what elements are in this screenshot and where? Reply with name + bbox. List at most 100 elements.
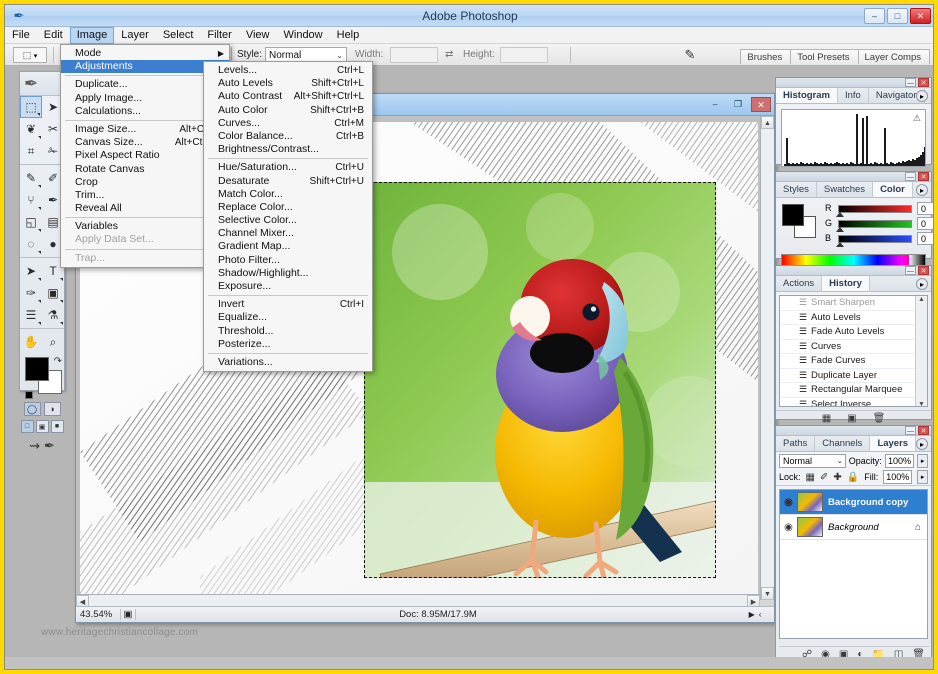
palette-close-icon[interactable]: ✕ [918,266,929,275]
menu-edit[interactable]: Edit [37,27,70,44]
status-menu-arrows[interactable]: ▶‹ [740,610,774,619]
channel-value-r[interactable]: 0 [917,202,934,215]
adjustments-menu-item-exposure[interactable]: Exposure... [204,280,372,293]
adjustments-menu-item-channel-mixer[interactable]: Channel Mixer... [204,227,372,240]
palette-close-icon[interactable]: ✕ [918,172,929,181]
create-document-from-state-icon[interactable]: ▦ [822,413,831,424]
color-foreground-swatch[interactable] [782,204,804,226]
layers-palette-header[interactable]: — ✕ [776,426,931,436]
full-screen-mode-button[interactable]: ■ [51,420,64,433]
full-screen-menubar-mode-button[interactable]: ▣ [36,420,49,433]
adjustments-menu-item-auto-contrast[interactable]: Auto ContrastAlt+Shift+Ctrl+L [204,90,372,103]
palette-well-tab-layer-comps[interactable]: Layer Comps [858,49,931,64]
channel-thumb-b[interactable] [836,242,844,247]
palette-minimize-icon[interactable]: — [905,78,916,87]
history-state-item[interactable]: ☰Select Inverse [780,398,927,408]
palette-minimize-icon[interactable]: — [905,426,916,435]
layers-tab-layers[interactable]: Layers [870,436,916,451]
histogram-palette-header[interactable]: — ✕ [776,78,931,88]
tool-rectangle-shape[interactable]: ▣ [42,282,64,304]
menu-view[interactable]: View [239,27,277,44]
palette-minimize-icon[interactable]: — [905,172,916,181]
history-state-item[interactable]: ☰Auto Levels [780,311,927,326]
adjustments-menu-item-selective-color[interactable]: Selective Color... [204,214,372,227]
document-maximize-button[interactable]: ❐ [728,97,748,112]
adjustments-menu-item-invert[interactable]: InvertCtrl+I [204,298,372,311]
adjustments-submenu-dropdown[interactable]: Levels...Ctrl+LAuto LevelsShift+Ctrl+LAu… [203,61,373,372]
canvas-vertical-scrollbar[interactable]: ▲ ▼ [760,116,774,600]
palette-well-tab-tool-presets[interactable]: Tool Presets [790,49,858,64]
adjustments-menu-item-hue-saturation[interactable]: Hue/Saturation...Ctrl+U [204,161,372,174]
history-state-item[interactable]: ☰Rectangular Marquee [780,383,927,398]
tool-hand[interactable]: ✋ [20,331,42,353]
channel-track-g[interactable] [838,220,912,228]
history-state-item[interactable]: ☰Duplicate Layer [780,369,927,384]
layer-row[interactable]: ◉Background⌂ [780,515,927,540]
history-palette-header[interactable]: — ✕ [776,266,931,276]
maximize-button[interactable]: □ [887,8,908,24]
color-slider-r[interactable]: R0 [825,202,926,217]
tool-lasso[interactable]: ❦ [20,118,42,140]
navigator-tab-info[interactable]: Info [838,88,869,103]
adjustments-menu-item-match-color[interactable]: Match Color... [204,188,372,201]
opacity-stepper[interactable]: ▸ [917,454,928,468]
menu-filter[interactable]: Filter [200,27,238,44]
layers-tab-paths[interactable]: Paths [776,436,815,451]
navigator-tab-histogram[interactable]: Histogram [776,88,838,103]
preview-icon[interactable]: ▣ [120,609,136,620]
color-tab-swatches[interactable]: Swatches [817,182,873,197]
layers-tab-channels[interactable]: Channels [815,436,870,451]
lock-transparent-pixels-icon[interactable]: ▦ [806,472,815,483]
tool-healing-brush[interactable]: ✎ [20,167,42,189]
channel-value-g[interactable]: 0 [917,217,934,230]
adjustments-menu-item-replace-color[interactable]: Replace Color... [204,201,372,214]
tool-blur[interactable]: ◌ [20,233,42,255]
layer-thumbnail[interactable] [797,517,823,537]
document-minimize-button[interactable]: – [705,97,725,112]
adjustments-menu-item-levels[interactable]: Levels...Ctrl+L [204,64,372,77]
palette-close-icon[interactable]: ✕ [918,426,929,435]
layer-thumbnail[interactable] [797,492,823,512]
tool-clone-stamp[interactable]: ⑂ [20,189,42,211]
color-slider-g[interactable]: G0 [825,217,926,232]
color-tab-color[interactable]: Color [873,182,913,197]
layer-visibility-icon[interactable]: ◉ [780,497,797,508]
width-input[interactable] [390,47,438,63]
history-state-item[interactable]: ☰Fade Auto Levels [780,325,927,340]
adjustments-menu-item-photo-filter[interactable]: Photo Filter... [204,254,372,267]
adjustments-menu-item-equalize[interactable]: Equalize... [204,311,372,324]
lock-position-icon[interactable]: ✚ [833,472,841,483]
close-button[interactable]: ✕ [910,8,931,24]
image-menu-item-mode[interactable]: Mode▶ [61,47,229,60]
tool-pen[interactable]: ✑ [20,282,42,304]
adjustments-menu-item-color-balance[interactable]: Color Balance...Ctrl+B [204,130,372,143]
foreground-color-swatch[interactable] [25,357,49,381]
minimize-button[interactable]: – [864,8,885,24]
adjustments-menu-item-curves[interactable]: Curves...Ctrl+M [204,117,372,130]
adjustments-menu-item-gradient-map[interactable]: Gradient Map... [204,240,372,253]
menu-window[interactable]: Window [277,27,330,44]
menu-file[interactable]: File [5,27,37,44]
zoom-level[interactable]: 43.54% [76,609,120,620]
tool-zoom[interactable]: ⌕ [42,331,64,353]
channel-track-r[interactable] [838,205,912,213]
lock-image-pixels-icon[interactable]: ✐ [820,472,828,483]
layer-visibility-icon[interactable]: ◉ [780,522,797,533]
edit-in-imageready-icon[interactable]: ✎ [681,46,699,64]
default-colors-icon[interactable] [25,391,33,399]
tool-notes[interactable]: ☰ [20,304,42,326]
palette-menu-icon[interactable]: ▸ [916,90,928,102]
tool-crop[interactable]: ⌗ [20,140,42,162]
rectangular-marquee-icon[interactable]: ⬚ ▾ [13,47,47,63]
palette-menu-icon[interactable]: ▸ [916,278,928,290]
scroll-up-arrow-icon[interactable]: ▲ [761,116,774,129]
history-state-list[interactable]: ☰Smart Sharpen☰Auto Levels☰Fade Auto Lev… [779,295,928,407]
palette-well-tab-brushes[interactable]: Brushes [740,49,791,64]
color-palette-header[interactable]: — ✕ [776,172,931,182]
color-tab-styles[interactable]: Styles [776,182,817,197]
channel-track-b[interactable] [838,235,912,243]
cached-data-warning-icon[interactable]: ⚠ [913,113,921,124]
adjustments-menu-item-auto-color[interactable]: Auto ColorShift+Ctrl+B [204,104,372,117]
palette-menu-icon[interactable]: ▸ [916,438,928,450]
create-new-snapshot-icon[interactable]: ▣ [847,413,856,424]
